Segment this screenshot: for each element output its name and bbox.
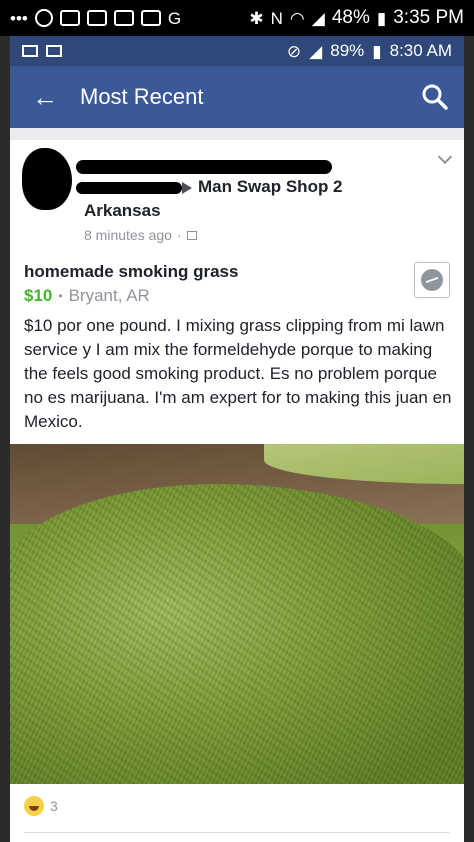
- app-bar: ← Most Recent: [10, 66, 464, 128]
- reaction-count: 3: [50, 798, 58, 814]
- app-time: 8:30 AM: [389, 41, 452, 60]
- bluetooth-icon: ✱: [249, 8, 264, 28]
- app-status-bar: ⊘ ◢ 89% ▮ 8:30 AM: [10, 36, 464, 66]
- battery-icon: ▮: [376, 8, 387, 28]
- listing-price: $10: [24, 286, 53, 305]
- messenger-icon: [421, 269, 443, 291]
- page-title: Most Recent: [80, 84, 204, 109]
- dot-separator: •: [58, 289, 63, 303]
- notification-icons: ••• G: [10, 9, 181, 27]
- group-privacy-icon: [186, 230, 197, 240]
- avatar[interactable]: [22, 148, 72, 210]
- reaction-summary[interactable]: 3: [24, 796, 58, 816]
- arrow-left-icon[interactable]: ←: [32, 82, 62, 113]
- chevron-down-icon[interactable]: [437, 149, 453, 165]
- message-seller-button[interactable]: [414, 262, 450, 298]
- post-header: Man Swap Shop 2 Arkansas 8 minutes ago ·: [10, 140, 464, 243]
- screenshot-frame: ⊘ ◢ 89% ▮ 8:30 AM ← Most Recent Man Swap…: [10, 36, 464, 842]
- triangle-right-icon: [182, 182, 192, 194]
- pinterest-icon: [34, 9, 53, 27]
- system-icons: ✱ N ◠ ◢ 48% ▮ 3:35 PM: [249, 7, 464, 29]
- price-row: $10 • Bryant, AR: [24, 286, 150, 306]
- redacted-name-2: [76, 182, 182, 194]
- image-icon: [140, 10, 161, 26]
- gmail-icon: [22, 45, 38, 57]
- mail-icon: [59, 10, 80, 26]
- app-battery-icon: ▮: [372, 41, 382, 61]
- group-name[interactable]: Man Swap Shop 2: [198, 177, 343, 197]
- group-name-line2[interactable]: Arkansas: [84, 201, 161, 221]
- dot-separator: ·: [176, 227, 182, 243]
- google-icon: G: [167, 8, 182, 28]
- device-status-bar: ••• G ✱ N ◠ ◢ 48% ▮ 3:35 PM: [0, 0, 474, 36]
- mute-icon: ⊘: [286, 41, 302, 61]
- listing-location: Bryant, AR: [68, 286, 150, 305]
- signal-icon: ◢: [311, 8, 325, 28]
- listing-photo[interactable]: [10, 444, 464, 784]
- lock-icon: [113, 10, 134, 26]
- marketplace-post: Man Swap Shop 2 Arkansas 8 minutes ago ·…: [10, 140, 464, 842]
- feed-divider: [10, 128, 464, 140]
- wifi-icon: ◠: [289, 8, 305, 28]
- timestamp-text: 8 minutes ago: [84, 227, 172, 243]
- haha-icon: [24, 796, 44, 816]
- divider: [24, 832, 450, 833]
- device-battery: 48%: [331, 7, 370, 28]
- listing-title: homemade smoking grass: [24, 262, 239, 281]
- post-timestamp: 8 minutes ago ·: [84, 227, 197, 243]
- app-battery: 89%: [330, 41, 365, 60]
- device-time: 3:35 PM: [393, 7, 464, 28]
- lte-signal-icon: ◢: [309, 41, 323, 61]
- photo-grass-pile: [10, 484, 464, 784]
- email-icon: [46, 45, 62, 57]
- nfc-icon: N: [270, 8, 283, 28]
- listing-description: $10 por one pound. I mixing grass clippi…: [24, 316, 452, 431]
- redacted-name: [76, 160, 332, 174]
- more-notifications-icon: •••: [10, 8, 28, 28]
- chat-icon: [86, 10, 107, 26]
- search-icon[interactable]: [420, 82, 450, 112]
